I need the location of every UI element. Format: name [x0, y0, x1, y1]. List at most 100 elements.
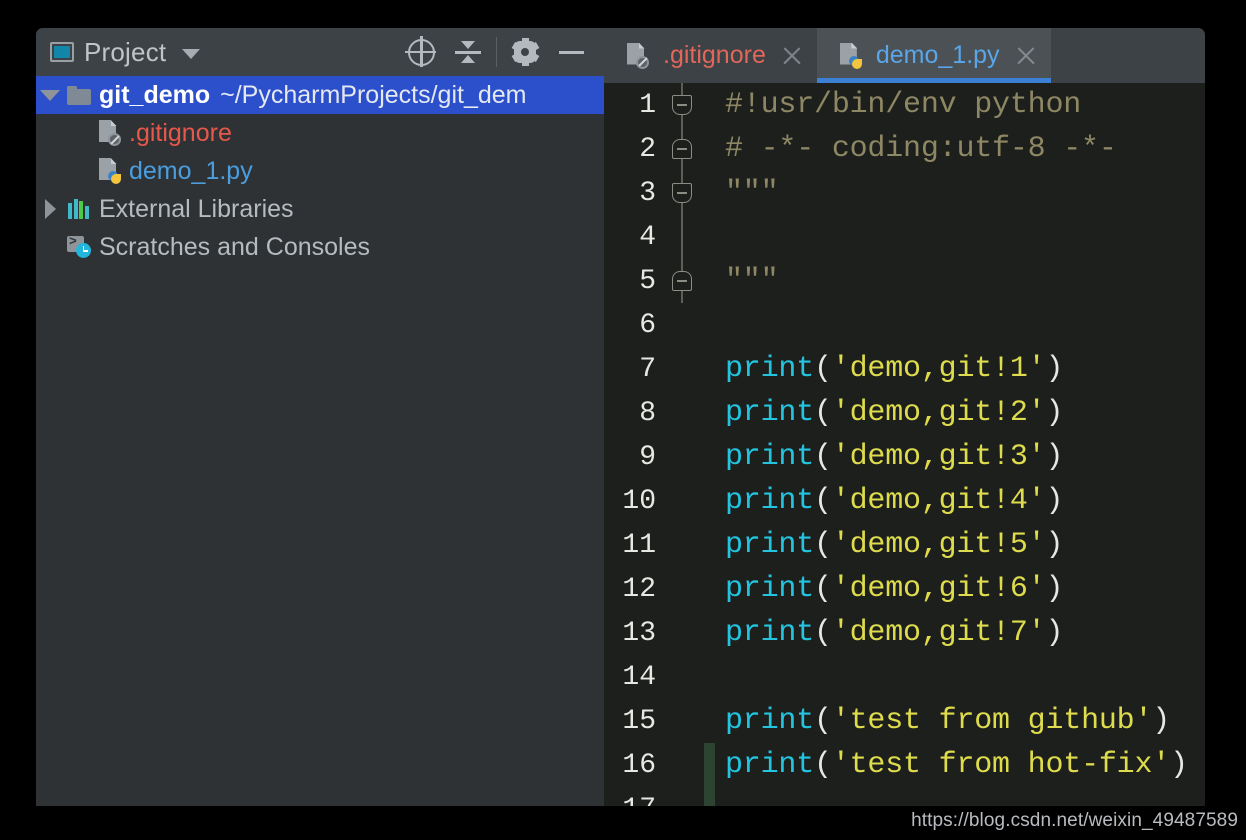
- token-fn: print: [725, 528, 815, 562]
- fold-gutter[interactable]: [660, 787, 704, 806]
- fold-gutter[interactable]: [660, 655, 704, 699]
- code-text: print('test from hot-fix'): [715, 748, 1188, 782]
- watermark-text: https://blog.csdn.net/weixin_49487589: [911, 810, 1238, 831]
- editor-area: .gitignore demo_1.py 1 #!usr/bin/env pyth…: [604, 28, 1205, 806]
- code-line[interactable]: 12 print('demo,git!6'): [604, 567, 1205, 611]
- tab-gitignore[interactable]: .gitignore: [604, 28, 817, 83]
- chevron-down-icon[interactable]: [182, 49, 201, 59]
- fold-gutter[interactable]: [660, 699, 704, 743]
- line-number: 7: [639, 353, 656, 385]
- code-line[interactable]: 11 print('demo,git!5'): [604, 523, 1205, 567]
- tab-label-gitignore: .gitignore: [663, 41, 766, 69]
- code-line[interactable]: 3 """: [604, 171, 1205, 215]
- code-line[interactable]: 6: [604, 303, 1205, 347]
- token-str: 'demo,git!1': [831, 352, 1046, 386]
- project-title-group[interactable]: Project: [50, 37, 201, 68]
- code-line[interactable]: 10 print('demo,git!4'): [604, 479, 1205, 523]
- folder-icon: [64, 85, 94, 105]
- code-line[interactable]: 8 print('demo,git!2'): [604, 391, 1205, 435]
- tree-item-git-demo[interactable]: git_demo ~/PycharmProjects/git_dem: [36, 76, 604, 114]
- vcs-gutter: [704, 699, 715, 743]
- tree-item-gitignore[interactable]: .gitignore: [36, 114, 604, 152]
- code-text: print('demo,git!2'): [715, 396, 1063, 430]
- vcs-change-marker[interactable]: [704, 787, 715, 806]
- locate-in-tree-button[interactable]: [399, 30, 445, 74]
- tree-item-external-libraries[interactable]: External Libraries: [36, 190, 604, 228]
- fold-gutter[interactable]: [660, 215, 704, 259]
- fold-marker-icon[interactable]: [672, 139, 692, 159]
- token-str: 'demo,git!7': [831, 616, 1046, 650]
- ide-window: Project git_demo ~/PycharmProjects/git_d…: [36, 28, 1205, 806]
- code-line[interactable]: 2 # -*- coding:utf-8 -*-: [604, 127, 1205, 171]
- gear-icon: [511, 38, 539, 66]
- code-line[interactable]: 1 #!usr/bin/env python: [604, 83, 1205, 127]
- code-line[interactable]: 7 print('demo,git!1'): [604, 347, 1205, 391]
- vcs-gutter: [704, 171, 715, 215]
- code-line[interactable]: 13 print('demo,git!7'): [604, 611, 1205, 655]
- settings-button[interactable]: [502, 30, 548, 74]
- fold-gutter[interactable]: [660, 127, 704, 171]
- fold-gutter[interactable]: [660, 611, 704, 655]
- collapse-all-button[interactable]: [445, 30, 491, 74]
- fold-gutter[interactable]: [660, 567, 704, 611]
- code-line[interactable]: 16 print('test from hot-fix'): [604, 743, 1205, 787]
- vcs-gutter: [704, 259, 715, 303]
- line-number: 14: [622, 661, 656, 693]
- file-ignored-icon: [94, 120, 124, 146]
- code-line[interactable]: 14: [604, 655, 1205, 699]
- token-punct: (: [814, 616, 832, 650]
- editor-tab-bar: .gitignore demo_1.py: [604, 28, 1205, 83]
- tab-demo-1-py[interactable]: demo_1.py: [816, 28, 1051, 83]
- code-line[interactable]: 4: [604, 215, 1205, 259]
- fold-gutter[interactable]: [660, 259, 704, 303]
- token-str: 'demo,git!4': [831, 484, 1046, 518]
- code-line[interactable]: 9 print('demo,git!3'): [604, 435, 1205, 479]
- vcs-gutter: [704, 303, 715, 347]
- project-tool-window: Project git_demo ~/PycharmProjects/git_d…: [36, 28, 604, 806]
- token-punct: (: [814, 484, 832, 518]
- vcs-gutter: [704, 391, 715, 435]
- code-line[interactable]: 17: [604, 787, 1205, 806]
- code-line[interactable]: 5 """: [604, 259, 1205, 303]
- project-toolbar: Project: [36, 28, 604, 76]
- code-text: print('demo,git!3'): [715, 440, 1063, 474]
- line-number: 15: [622, 705, 656, 737]
- fold-marker-icon[interactable]: [672, 183, 692, 203]
- line-number: 13: [622, 617, 656, 649]
- token-punct: (: [814, 528, 832, 562]
- fold-gutter[interactable]: [660, 303, 704, 347]
- close-icon[interactable]: [781, 45, 803, 67]
- code-editor[interactable]: 1 #!usr/bin/env python 2 # -*- coding:utf-8…: [604, 83, 1205, 806]
- close-icon[interactable]: [1015, 45, 1037, 67]
- fold-gutter[interactable]: [660, 347, 704, 391]
- vcs-gutter: [704, 611, 715, 655]
- token-punct: (: [814, 352, 832, 386]
- tree-item-scratches-and-consoles[interactable]: Scratches and Consoles: [36, 228, 604, 266]
- fold-gutter[interactable]: [660, 479, 704, 523]
- fold-gutter[interactable]: [660, 743, 704, 787]
- fold-marker-icon[interactable]: [672, 95, 692, 115]
- tree-item-demo-1-py[interactable]: demo_1.py: [36, 152, 604, 190]
- line-number: 8: [639, 397, 656, 429]
- code-text: """: [715, 264, 779, 298]
- fold-gutter[interactable]: [660, 391, 704, 435]
- expand-arrow-git-demo[interactable]: [36, 89, 64, 101]
- fold-marker-icon[interactable]: [672, 271, 692, 291]
- code-line[interactable]: 15 print('test from github'): [604, 699, 1205, 743]
- tree-label-gitignore: .gitignore: [129, 118, 232, 147]
- vcs-gutter: [704, 479, 715, 523]
- fold-gutter[interactable]: [660, 171, 704, 215]
- hide-panel-button[interactable]: [548, 30, 594, 74]
- fold-gutter[interactable]: [660, 435, 704, 479]
- token-fn: print: [725, 748, 815, 782]
- fold-gutter[interactable]: [660, 83, 704, 127]
- token-fn: print: [725, 572, 815, 606]
- tree-label-demo-1-py: demo_1.py: [129, 156, 253, 185]
- tree-label-scratches-and-consoles: Scratches and Consoles: [99, 232, 370, 261]
- token-punct: (: [814, 572, 832, 606]
- token-comment: """: [725, 176, 779, 210]
- vcs-gutter: [704, 347, 715, 391]
- fold-gutter[interactable]: [660, 523, 704, 567]
- expand-arrow-external-libraries[interactable]: [36, 199, 64, 219]
- vcs-change-marker[interactable]: [704, 743, 715, 787]
